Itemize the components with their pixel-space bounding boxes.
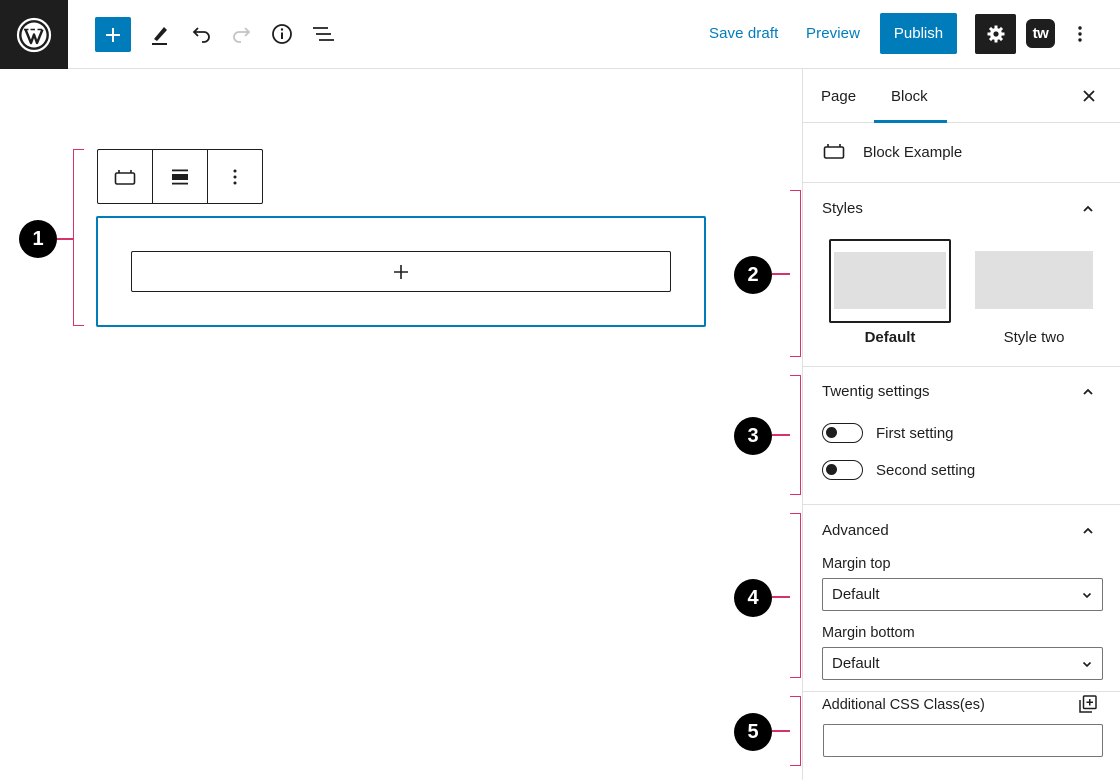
style-option-default[interactable] (829, 239, 951, 323)
style-preview (834, 252, 946, 309)
chevron-down-icon (1082, 592, 1092, 599)
undo-icon (192, 27, 210, 43)
annotation-connector (772, 273, 790, 275)
annotation-bracket (790, 513, 801, 678)
style-option-two[interactable] (975, 251, 1093, 309)
divider (803, 691, 1120, 692)
info-icon (272, 24, 292, 44)
style-label-default: Default (864, 329, 916, 346)
css-class-input[interactable] (823, 724, 1103, 757)
margin-bottom-select[interactable]: Default (822, 647, 1103, 680)
annotation-bracket (790, 696, 801, 766)
vertical-ellipsis-icon (233, 169, 237, 184)
block-card-title: Block Example (863, 144, 963, 161)
align-wide-icon (172, 169, 188, 184)
toggle-knob (826, 427, 837, 438)
block-card: Block Example (803, 123, 1120, 183)
tab-page[interactable]: Page (821, 88, 856, 105)
gear-icon (987, 25, 1004, 43)
style-preview (975, 251, 1093, 309)
block-example-icon (114, 169, 136, 185)
twentig-button[interactable]: tw (1026, 19, 1055, 48)
twentig-panel-title[interactable]: Twentig settings (822, 383, 930, 400)
css-class-label: Additional CSS Class(es) (822, 697, 985, 713)
block-options-button[interactable] (208, 150, 262, 203)
first-setting-toggle[interactable] (822, 423, 863, 443)
styles-panel-title[interactable]: Styles (822, 200, 863, 217)
chevron-up-icon[interactable] (1081, 385, 1095, 399)
styles-panel: Styles Default Style two (803, 183, 1120, 367)
wordpress-logo-button[interactable] (0, 0, 68, 69)
tab-block[interactable]: Block (891, 88, 928, 105)
margin-top-label: Margin top (822, 556, 891, 572)
annotation-bracket (790, 375, 801, 495)
annotation-connector (772, 596, 790, 598)
callout-badge: 3 (734, 417, 772, 455)
margin-top-value: Default (832, 586, 880, 603)
annotation-connector (772, 730, 790, 732)
details-button[interactable] (268, 20, 296, 48)
pencil-icon (152, 27, 167, 45)
annotation-connector (772, 434, 790, 436)
block-toolbar (97, 149, 263, 204)
block-type-button[interactable] (98, 150, 153, 203)
block-example-icon (823, 144, 845, 159)
toggle-knob (826, 464, 837, 475)
advanced-panel: Advanced Margin top Default Margin botto… (803, 505, 1120, 780)
plus-icon (394, 264, 408, 279)
style-label-two: Style two (1003, 329, 1065, 346)
sidebar-tabs: Page Block (803, 69, 1120, 123)
annotation-connector (57, 238, 73, 240)
editor-header: Save draft Preview Publish tw (0, 0, 1120, 69)
advanced-panel-title[interactable]: Advanced (822, 522, 889, 539)
list-view-icon (313, 27, 334, 41)
plus-icon (106, 27, 120, 42)
block-appender-button[interactable] (131, 251, 671, 292)
publish-button[interactable]: Publish (880, 13, 957, 54)
second-setting-label: Second setting (876, 462, 976, 479)
margin-bottom-value: Default (832, 655, 880, 672)
more-options-button[interactable] (1068, 20, 1092, 48)
second-setting-toggle[interactable] (822, 460, 863, 480)
preview-button[interactable]: Preview (806, 25, 860, 42)
redo-icon (233, 27, 251, 43)
tools-button[interactable] (146, 20, 174, 48)
callout-badge: 1 (19, 220, 57, 258)
selected-block[interactable] (96, 216, 706, 327)
settings-sidebar: Page Block Block Example Styles Default … (802, 69, 1120, 780)
save-draft-button[interactable]: Save draft (709, 25, 778, 42)
twentig-settings-panel: Twentig settings First setting Second se… (803, 367, 1120, 505)
align-button[interactable] (153, 150, 208, 203)
callout-badge: 5 (734, 713, 772, 751)
callout-badge: 4 (734, 579, 772, 617)
block-inserter-button[interactable] (95, 17, 131, 52)
chevron-down-icon (1082, 661, 1092, 668)
annotation-bracket (73, 149, 84, 326)
wordpress-logo-icon (16, 17, 52, 52)
first-setting-label: First setting (876, 425, 954, 442)
add-css-class-icon[interactable] (1079, 695, 1097, 713)
annotation-bracket (790, 190, 801, 357)
chevron-up-icon[interactable] (1081, 524, 1095, 538)
chevron-up-icon[interactable] (1081, 202, 1095, 216)
callout-badge: 2 (734, 256, 772, 294)
margin-bottom-label: Margin bottom (822, 625, 915, 641)
close-sidebar-button[interactable] (1079, 86, 1099, 106)
vertical-ellipsis-icon (1078, 26, 1082, 42)
undo-button[interactable] (187, 20, 215, 48)
redo-button[interactable] (228, 20, 256, 48)
settings-button[interactable] (975, 14, 1016, 54)
margin-top-select[interactable]: Default (822, 578, 1103, 611)
close-icon (1083, 90, 1095, 102)
list-view-button[interactable] (309, 20, 337, 48)
